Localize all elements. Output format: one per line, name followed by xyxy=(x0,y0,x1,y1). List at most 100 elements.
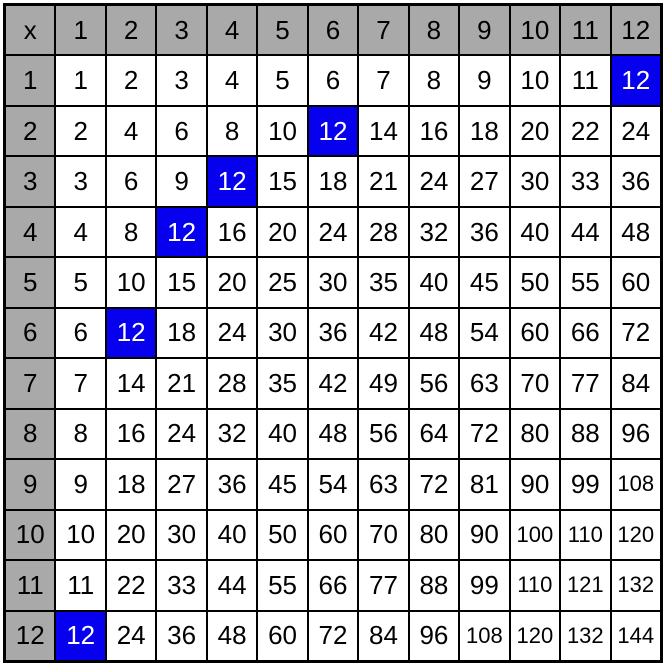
table-cell: 42 xyxy=(358,308,408,358)
table-cell: 144 xyxy=(611,611,661,661)
table-cell: 33 xyxy=(156,560,206,610)
table-cell: 16 xyxy=(409,106,459,156)
table-cell: 20 xyxy=(257,207,307,257)
table-cell: 8 xyxy=(207,106,257,156)
multiplication-table: x 1 2 3 4 5 6 7 8 9 10 11 12 1 1 2 3 4 5… xyxy=(3,3,663,663)
table-cell: 18 xyxy=(106,459,156,509)
table-cell: 5 xyxy=(55,257,105,307)
table-cell: 10 xyxy=(55,510,105,560)
table-cell: 8 xyxy=(409,55,459,105)
table-cell: 50 xyxy=(510,257,560,307)
table-cell: 84 xyxy=(358,611,408,661)
table-cell: 40 xyxy=(409,257,459,307)
table-cell: 9 xyxy=(156,156,206,206)
table-cell: 28 xyxy=(358,207,408,257)
table-cell: 24 xyxy=(156,409,206,459)
table-cell: 10 xyxy=(257,106,307,156)
row-header: 8 xyxy=(5,409,55,459)
table-cell: 42 xyxy=(308,358,358,408)
col-header: 12 xyxy=(611,5,661,55)
col-header: 1 xyxy=(55,5,105,55)
row-header: 3 xyxy=(5,156,55,206)
table-cell: 110 xyxy=(560,510,610,560)
table-cell: 22 xyxy=(106,560,156,610)
table-cell: 100 xyxy=(510,510,560,560)
table-cell: 110 xyxy=(510,560,560,610)
table-cell: 2 xyxy=(106,55,156,105)
table-cell: 70 xyxy=(510,358,560,408)
table-cell: 63 xyxy=(459,358,509,408)
table-cell: 6 xyxy=(156,106,206,156)
table-cell: 15 xyxy=(156,257,206,307)
table-cell: 10 xyxy=(106,257,156,307)
table-cell: 30 xyxy=(257,308,307,358)
col-header: 2 xyxy=(106,5,156,55)
table-cell: 132 xyxy=(611,560,661,610)
table-cell: 7 xyxy=(55,358,105,408)
table-cell: 66 xyxy=(560,308,610,358)
table-cell: 30 xyxy=(510,156,560,206)
table-cell: 88 xyxy=(560,409,610,459)
table-cell: 15 xyxy=(257,156,307,206)
table-cell: 40 xyxy=(207,510,257,560)
table-cell: 14 xyxy=(358,106,408,156)
table-cell: 32 xyxy=(207,409,257,459)
table-cell: 4 xyxy=(106,106,156,156)
table-cell: 120 xyxy=(510,611,560,661)
table-cell: 77 xyxy=(560,358,610,408)
table-cell: 84 xyxy=(611,358,661,408)
table-cell: 32 xyxy=(409,207,459,257)
table-cell: 30 xyxy=(156,510,206,560)
table-cell: 72 xyxy=(308,611,358,661)
corner-cell: x xyxy=(5,5,55,55)
table-cell: 8 xyxy=(55,409,105,459)
table-cell: 16 xyxy=(207,207,257,257)
table-cell: 54 xyxy=(459,308,509,358)
table-cell-highlighted: 12 xyxy=(611,55,661,105)
col-header: 5 xyxy=(257,5,307,55)
row-header: 11 xyxy=(5,560,55,610)
table-cell-highlighted: 12 xyxy=(156,207,206,257)
col-header: 4 xyxy=(207,5,257,55)
table-cell: 72 xyxy=(611,308,661,358)
table-cell: 4 xyxy=(207,55,257,105)
table-cell: 1 xyxy=(55,55,105,105)
table-cell: 9 xyxy=(55,459,105,509)
table-cell: 20 xyxy=(106,510,156,560)
table-cell: 28 xyxy=(207,358,257,408)
table-cell: 22 xyxy=(560,106,610,156)
table-cell: 55 xyxy=(257,560,307,610)
table-cell: 108 xyxy=(611,459,661,509)
table-cell: 48 xyxy=(207,611,257,661)
table-cell: 50 xyxy=(257,510,307,560)
table-cell: 96 xyxy=(611,409,661,459)
table-cell: 48 xyxy=(611,207,661,257)
table-cell: 21 xyxy=(156,358,206,408)
table-cell: 7 xyxy=(358,55,408,105)
table-cell: 3 xyxy=(156,55,206,105)
table-cell: 44 xyxy=(207,560,257,610)
row-header: 10 xyxy=(5,510,55,560)
row-header: 1 xyxy=(5,55,55,105)
table-cell: 36 xyxy=(611,156,661,206)
table-cell: 36 xyxy=(459,207,509,257)
table-cell: 18 xyxy=(459,106,509,156)
table-cell: 54 xyxy=(308,459,358,509)
table-cell: 40 xyxy=(257,409,307,459)
table-cell: 90 xyxy=(459,510,509,560)
col-header: 11 xyxy=(560,5,610,55)
table-cell: 36 xyxy=(156,611,206,661)
table-cell: 18 xyxy=(156,308,206,358)
row-header: 12 xyxy=(5,611,55,661)
table-cell-highlighted: 12 xyxy=(207,156,257,206)
table-cell: 80 xyxy=(510,409,560,459)
table-cell-highlighted: 12 xyxy=(55,611,105,661)
table-cell: 9 xyxy=(459,55,509,105)
table-cell: 6 xyxy=(106,156,156,206)
table-cell: 96 xyxy=(409,611,459,661)
table-cell: 132 xyxy=(560,611,610,661)
table-cell: 35 xyxy=(358,257,408,307)
table-cell: 24 xyxy=(106,611,156,661)
table-cell: 60 xyxy=(510,308,560,358)
table-cell: 24 xyxy=(308,207,358,257)
